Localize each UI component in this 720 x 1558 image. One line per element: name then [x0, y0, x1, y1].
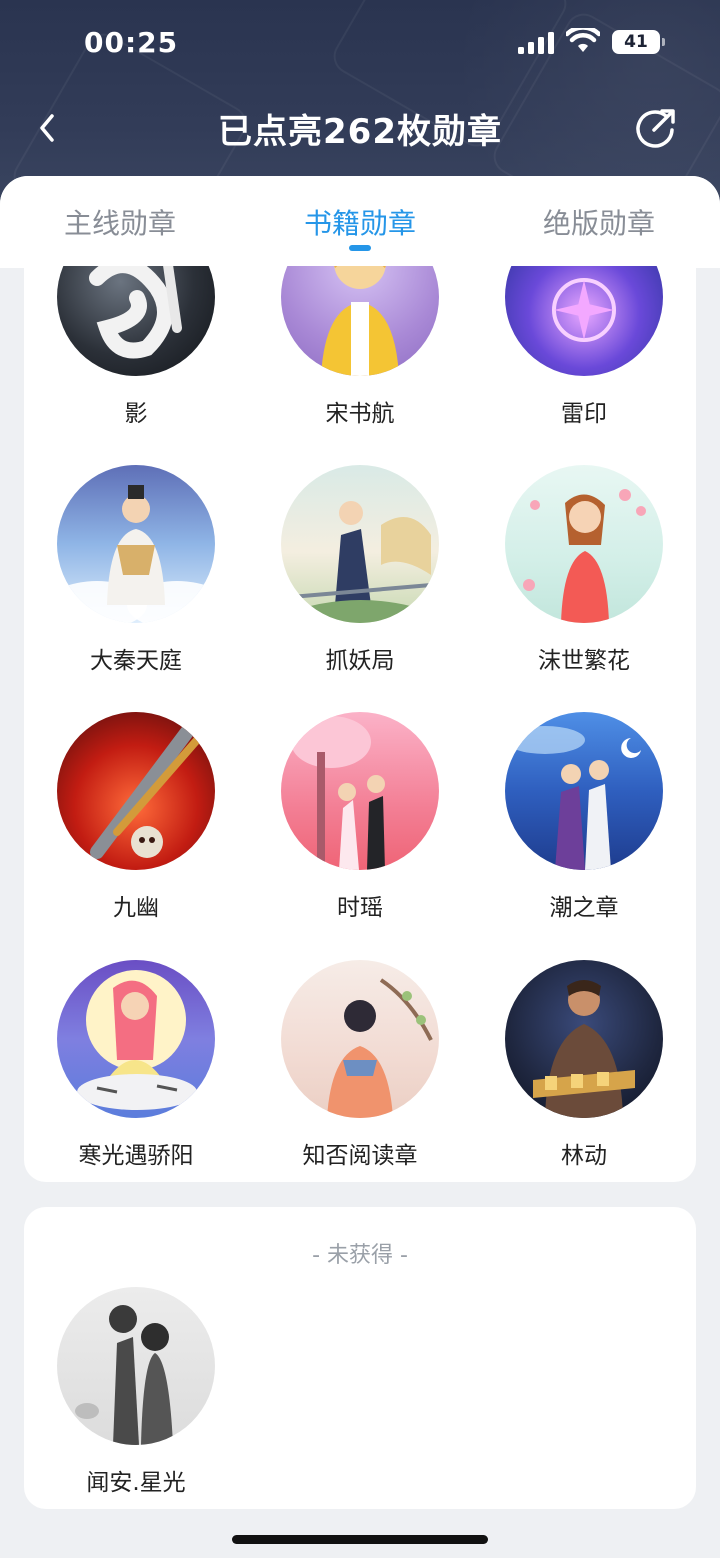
badge-image	[505, 465, 663, 623]
badge-image	[57, 1287, 215, 1445]
badge-name: 寒光遇骄阳	[78, 1143, 194, 1169]
locked-badges-card: - 未获得 - 闻安.星光	[24, 1207, 696, 1509]
navigation-bar: 已点亮262枚勋章	[0, 96, 720, 160]
badge-item[interactable]: 知否阅读章	[260, 960, 460, 1170]
wifi-icon	[566, 28, 600, 52]
badge-item[interactable]: 寒光遇骄阳	[36, 960, 236, 1170]
tab-active-indicator	[349, 245, 371, 251]
badge-name: 宋书航	[325, 401, 395, 427]
tab-main-badges[interactable]: 主线勋章	[20, 202, 220, 242]
badge-image	[281, 266, 439, 376]
battery-indicator: 41	[612, 30, 665, 54]
tab-book-badges[interactable]: 书籍勋章	[260, 202, 460, 242]
badge-name: 闻安.星光	[86, 1470, 186, 1496]
page-title: 已点亮262枚勋章	[218, 112, 502, 152]
badge-name: 林动	[561, 1143, 607, 1169]
badge-item[interactable]: 抓妖局	[260, 465, 460, 675]
badge-item[interactable]: 雷印	[484, 266, 684, 428]
badge-item[interactable]: 影	[36, 266, 236, 428]
tab-bar: 主线勋章 书籍勋章 绝版勋章	[0, 176, 720, 268]
badge-name: 时瑶	[337, 895, 383, 921]
tab-limited-badges[interactable]: 绝版勋章	[499, 202, 699, 242]
badge-item-locked[interactable]: 闻安.星光	[36, 1287, 236, 1497]
badge-item[interactable]: 宋书航	[260, 266, 460, 428]
badge-name: 潮之章	[549, 895, 619, 921]
status-bar: 00:25 41	[0, 0, 720, 86]
badge-image	[57, 465, 215, 623]
badge-item[interactable]: 九幽	[36, 712, 236, 922]
badge-image	[57, 960, 215, 1118]
badge-name: 影	[124, 401, 148, 427]
owned-badges-card: 影 宋书航 雷印 大秦天庭 抓妖局 沫世繁花 九幽 时瑶 潮之章 寒光遇骄阳 知…	[24, 266, 696, 1182]
badge-image	[505, 960, 663, 1118]
badge-name: 雷印	[561, 401, 607, 427]
badge-name: 沫世繁花	[538, 648, 630, 674]
badge-image	[281, 712, 439, 870]
badge-item[interactable]: 林动	[484, 960, 684, 1170]
signal-icon	[518, 32, 554, 54]
badge-image	[505, 712, 663, 870]
badge-item[interactable]: 沫世繁花	[484, 465, 684, 675]
badge-image	[281, 960, 439, 1118]
badge-name: 九幽	[113, 895, 159, 921]
badge-image	[281, 465, 439, 623]
badge-name: 知否阅读章	[302, 1143, 418, 1169]
badge-name: 抓妖局	[325, 648, 395, 674]
badge-image	[57, 712, 215, 870]
locked-section-label: - 未获得 -	[312, 1243, 408, 1268]
badge-image	[505, 266, 663, 376]
badge-item[interactable]: 大秦天庭	[36, 465, 236, 675]
badge-item[interactable]: 潮之章	[484, 712, 684, 922]
badge-item[interactable]: 时瑶	[260, 712, 460, 922]
share-icon[interactable]	[632, 104, 680, 152]
home-indicator	[232, 1535, 488, 1544]
status-time: 00:25	[84, 26, 179, 59]
badge-name: 大秦天庭	[90, 648, 182, 674]
badge-image	[57, 266, 215, 376]
